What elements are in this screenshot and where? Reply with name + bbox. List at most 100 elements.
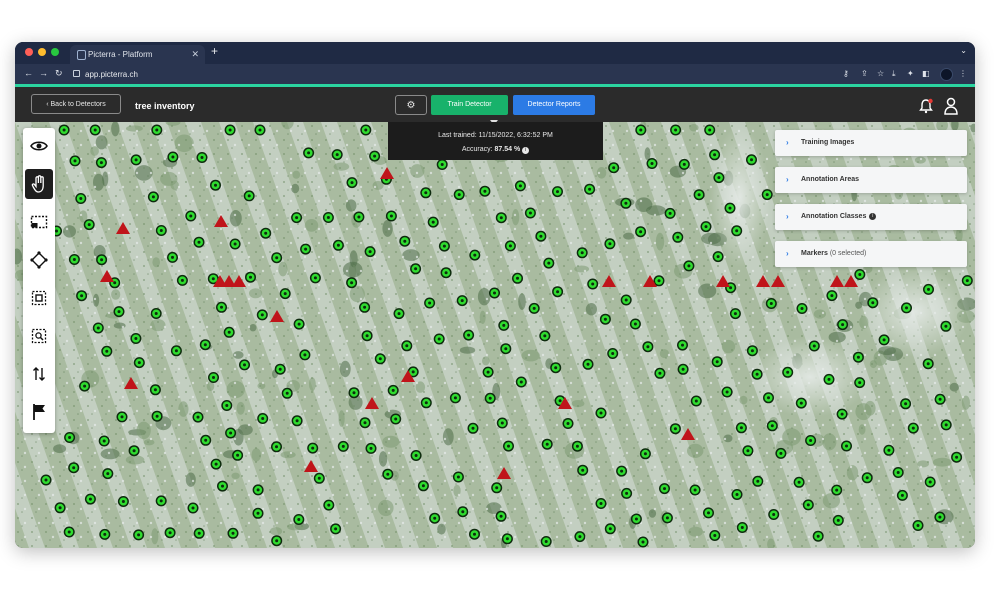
tree-marker[interactable] xyxy=(385,210,397,222)
tree-marker[interactable] xyxy=(700,221,712,233)
tree-marker[interactable] xyxy=(192,411,204,423)
tree-marker[interactable] xyxy=(621,487,633,499)
tree-marker[interactable] xyxy=(452,471,464,483)
tree-marker[interactable] xyxy=(300,243,312,255)
tree-marker[interactable] xyxy=(187,502,199,514)
tree-marker[interactable] xyxy=(540,536,552,547)
tree-marker[interactable] xyxy=(550,362,562,374)
tree-marker[interactable] xyxy=(84,493,96,505)
tree-marker[interactable] xyxy=(515,376,527,388)
tree-marker[interactable] xyxy=(170,345,182,357)
close-tab-icon[interactable]: ✕ xyxy=(191,45,199,64)
tree-marker[interactable] xyxy=(704,124,716,136)
tree-marker[interactable] xyxy=(252,484,264,496)
tree-marker[interactable] xyxy=(729,308,741,320)
bell-icon[interactable] xyxy=(918,98,934,114)
tree-marker[interactable] xyxy=(365,442,377,454)
tree-marker[interactable] xyxy=(795,397,807,409)
tree-marker[interactable] xyxy=(399,235,411,247)
box-tool[interactable] xyxy=(25,283,53,313)
tree-marker[interactable] xyxy=(896,489,908,501)
tree-marker[interactable] xyxy=(661,512,673,524)
tree-marker[interactable] xyxy=(274,363,286,375)
tree-marker[interactable] xyxy=(309,272,321,284)
tree-marker[interactable] xyxy=(576,247,588,259)
tree-marker[interactable] xyxy=(279,288,291,300)
tree-marker[interactable] xyxy=(751,368,763,380)
tree-marker[interactable] xyxy=(128,445,140,457)
tree-marker[interactable] xyxy=(382,468,394,480)
tree-marker[interactable] xyxy=(469,528,480,540)
tree-marker[interactable] xyxy=(808,340,820,352)
tree-marker[interactable] xyxy=(595,407,607,419)
tree-marker[interactable] xyxy=(479,185,491,197)
tree-marker[interactable] xyxy=(562,418,574,429)
tree-marker[interactable] xyxy=(574,531,586,543)
user-icon[interactable] xyxy=(943,97,959,115)
tree-marker[interactable] xyxy=(193,527,205,539)
tree-marker[interactable] xyxy=(690,395,702,407)
tree-marker[interactable] xyxy=(64,432,76,443)
tree-marker[interactable] xyxy=(271,535,283,547)
tree-marker[interactable] xyxy=(68,462,80,474)
annotation-classes-panel[interactable]: › Annotation Classes i xyxy=(775,204,967,230)
tree-marker[interactable] xyxy=(940,320,952,332)
tree-marker[interactable] xyxy=(83,219,95,231)
tree-marker[interactable] xyxy=(256,309,268,321)
tree-marker[interactable] xyxy=(900,398,912,410)
tree-marker[interactable] xyxy=(711,356,723,368)
tree-marker[interactable] xyxy=(703,507,714,519)
tree-marker[interactable] xyxy=(940,419,952,431)
tree-marker[interactable] xyxy=(133,357,145,369)
tree-marker[interactable] xyxy=(433,333,445,345)
tree-marker[interactable] xyxy=(359,301,371,313)
tree-marker[interactable] xyxy=(456,295,468,307)
tree-marker[interactable] xyxy=(924,476,936,488)
tree-marker[interactable] xyxy=(768,509,780,520)
tree-marker[interactable] xyxy=(841,440,852,452)
tree-marker[interactable] xyxy=(672,231,684,243)
tree-marker[interactable] xyxy=(164,527,176,539)
tree-marker[interactable] xyxy=(539,330,551,342)
tree-marker[interactable] xyxy=(232,449,244,461)
tree-marker[interactable] xyxy=(307,442,319,454)
reload-icon[interactable]: ↻ xyxy=(55,68,63,79)
tree-marker[interactable] xyxy=(484,392,496,404)
sort-tool[interactable] xyxy=(25,359,53,389)
tree-marker[interactable] xyxy=(102,468,114,480)
tree-marker[interactable] xyxy=(150,308,162,319)
tree-marker[interactable] xyxy=(836,408,848,420)
tree-marker[interactable] xyxy=(496,417,508,429)
tree-marker[interactable] xyxy=(543,257,555,269)
tree-marker[interactable] xyxy=(826,290,838,302)
tree-marker[interactable] xyxy=(63,526,75,538)
settings-button[interactable]: ⚙ xyxy=(395,95,427,115)
tree-marker[interactable] xyxy=(552,286,564,298)
download-icon[interactable]: ⤓ xyxy=(892,69,896,79)
tree-marker[interactable] xyxy=(528,302,540,314)
tree-marker[interactable] xyxy=(637,536,649,548)
tree-marker[interactable] xyxy=(689,484,701,496)
tree-marker[interactable] xyxy=(677,363,689,375)
tree-marker[interactable] xyxy=(420,397,432,409)
tree-marker[interactable] xyxy=(69,155,81,167)
rectangle-select-tool[interactable] xyxy=(25,207,53,237)
tree-marker[interactable] xyxy=(659,483,670,495)
tree-marker[interactable] xyxy=(503,440,514,452)
tree-marker[interactable] xyxy=(438,240,450,252)
tree-marker[interactable] xyxy=(252,507,264,519)
tree-marker[interactable] xyxy=(654,367,666,379)
tree-marker[interactable] xyxy=(257,413,269,424)
detector-reports-button[interactable]: Detector Reports xyxy=(513,95,595,115)
tree-marker[interactable] xyxy=(823,373,835,385)
zoom-box-tool[interactable] xyxy=(25,321,53,351)
tree-marker[interactable] xyxy=(260,227,272,239)
tree-marker[interactable] xyxy=(239,359,250,371)
chevron-down-icon[interactable]: ⌄ xyxy=(960,46,967,55)
tree-marker[interactable] xyxy=(861,472,873,484)
tree-marker[interactable] xyxy=(491,482,503,494)
tree-marker[interactable] xyxy=(348,387,360,399)
info-icon[interactable]: i xyxy=(869,213,877,220)
tree-marker[interactable] xyxy=(604,238,616,250)
tree-marker[interactable] xyxy=(410,263,422,275)
